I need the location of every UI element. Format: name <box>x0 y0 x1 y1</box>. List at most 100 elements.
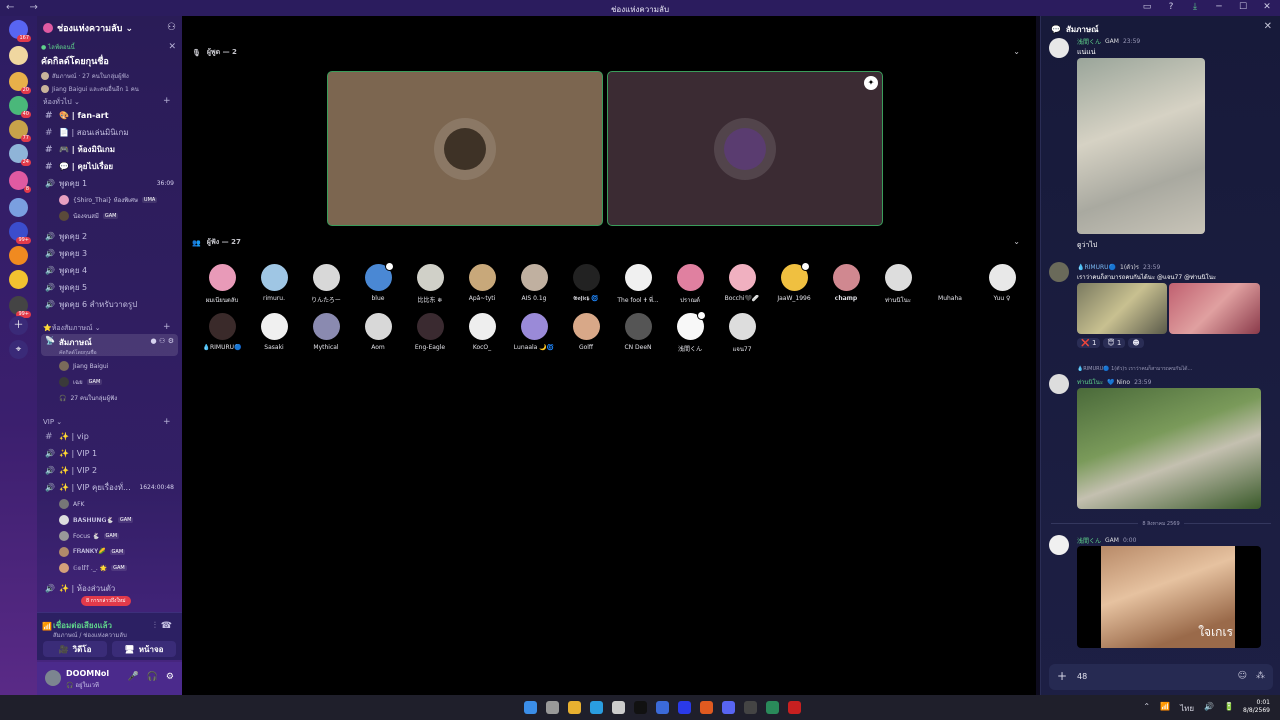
add-member-icon[interactable]: ⚇ <box>167 22 176 33</box>
voice-user[interactable]: 𝗕𝗔𝗦𝗛𝗨𝗡𝗚🐇 GAM <box>59 513 178 527</box>
reaction[interactable]: 😇 1 <box>1103 338 1126 348</box>
language-indicator[interactable]: ไทย <box>1180 702 1194 715</box>
listener[interactable]: 𝗰𝗵𝗮𝗺𝗽 <box>820 264 872 302</box>
taskbar-app-icon[interactable] <box>634 701 647 714</box>
voice-user[interactable]: 𝐅𝐑𝐀𝐍𝐊𝐘🌽 GAM <box>59 545 178 559</box>
listener[interactable]: 𝕲𝖔𝖏𝖎𝖊𝖇 🌀 <box>560 264 612 303</box>
avatar[interactable] <box>1049 374 1069 394</box>
username[interactable]: DOOMNol <box>66 669 109 678</box>
taskbar-app-icon[interactable] <box>722 701 735 714</box>
image-attachment[interactable] <box>1169 283 1260 334</box>
voice-channel-talk2[interactable]: 🔊 พูดคุย 2 <box>41 229 178 244</box>
server-icon[interactable]: 24 <box>9 144 31 166</box>
live-event-card[interactable]: ● ไลฟ์ตอนนี้ คัดกิลด์โดยกุนชื่อ สัมภาษณ์… <box>41 42 178 94</box>
maximize-button[interactable]: ☐ <box>1236 2 1250 12</box>
reaction[interactable]: ❌ 1 <box>1077 338 1101 348</box>
author-name[interactable]: 浅間くん <box>1077 37 1101 46</box>
close-button[interactable]: ✕ <box>1260 2 1274 12</box>
voice-channel-private[interactable]: 🔊 ✨ | ห้องส่วนตัว <box>41 581 178 596</box>
listener[interactable]: 💧RIMURU🔵 <box>196 313 248 351</box>
tray-overflow-icon[interactable]: ⌃ <box>1143 702 1150 715</box>
listener[interactable]: Bocchi🖤🩹 <box>716 264 768 302</box>
voice-channel-talk4[interactable]: 🔊 พูดคุย 4 <box>41 263 178 278</box>
close-icon[interactable]: ✕ <box>168 42 176 52</box>
download-icon[interactable]: ⤓ <box>1188 2 1202 12</box>
listener[interactable]: CN DeeN <box>612 313 664 351</box>
listener[interactable]: ผมเนียนตลับ <box>196 264 248 305</box>
taskbar-app-icon[interactable] <box>612 701 625 714</box>
taskbar-app-icon[interactable] <box>766 701 779 714</box>
listener[interactable]: rimuru. <box>248 264 300 302</box>
listener[interactable]: blue <box>352 262 404 302</box>
composer-input[interactable]: 48 <box>1077 672 1087 681</box>
voice-user[interactable]: Jiang Baigui <box>59 359 178 373</box>
server-icon[interactable]: 99+ <box>9 222 31 244</box>
reaction[interactable]: ☻ <box>1128 338 1144 348</box>
taskbar-app-icon[interactable] <box>546 701 559 714</box>
listener[interactable]: JaaW_1996 <box>768 262 820 302</box>
speaker-tile[interactable] <box>327 71 603 226</box>
author-name[interactable]: ท่านนิโนะ <box>1077 377 1103 387</box>
author-name[interactable]: 💧RIMURU🔵 <box>1077 264 1116 271</box>
listener[interactable]: The fool 🕇 พี่... <box>612 264 664 305</box>
category-vip[interactable]: VIP ⌄ + <box>43 417 171 427</box>
server-icon[interactable] <box>9 198 28 217</box>
listener[interactable]: Sasaki <box>248 313 300 351</box>
battery-icon[interactable]: 🔋 <box>1224 702 1234 715</box>
server-icon[interactable] <box>9 246 28 265</box>
taskbar-app-icon[interactable] <box>788 701 801 714</box>
voice-user[interactable]: AFK <box>59 497 178 511</box>
image-attachment[interactable] <box>1077 58 1205 234</box>
listener[interactable]: Mythical <box>300 313 352 351</box>
voice-user[interactable]: 𝔾𝕠𝕝𝕗𝕗 ._. 🌟 GAM <box>59 561 178 575</box>
voice-user[interactable]: Focus 🐇 GAM <box>59 529 178 543</box>
avatar[interactable] <box>1049 262 1069 282</box>
author-name[interactable]: 浅間くん <box>1077 536 1101 545</box>
minimize-button[interactable]: ─ <box>1212 2 1226 12</box>
gif-attachment[interactable]: ใจเกเร <box>1077 546 1261 648</box>
category-interview[interactable]: ⭐ห้องสัมภาษณ์ ⌄ + <box>43 322 171 334</box>
image-attachment[interactable] <box>1077 388 1261 509</box>
discover-icon[interactable]: ⌖ <box>9 340 28 359</box>
voice-channel-talk1[interactable]: 🔊 พูดคุย 1 36:09 <box>41 176 178 191</box>
server-icon[interactable] <box>9 46 28 65</box>
add-server-icon[interactable]: ＋ <box>9 316 28 335</box>
listener[interactable]: 浅間くん <box>664 311 716 353</box>
listeners-header[interactable]: 👥 ผู้ฟัง — 27 <box>192 237 241 248</box>
wifi-icon[interactable]: 📶 <box>1160 702 1170 715</box>
listener[interactable]: 比比东 ❄ <box>404 264 456 304</box>
help-icon[interactable]: ? <box>1164 2 1178 12</box>
voice-channel-talk5[interactable]: 🔊 พูดคุย 5 <box>41 280 178 295</box>
taskbar-app-icon[interactable] <box>568 701 581 714</box>
speakers-header[interactable]: 🎙 ผู้พูด — 2 <box>192 47 237 58</box>
listener[interactable]: Golff <box>560 313 612 351</box>
listener[interactable]: Apâ~tyti <box>456 264 508 302</box>
voice-user[interactable]: น้องจนสมี GAM <box>59 209 178 223</box>
add-channel-icon[interactable]: + <box>163 322 171 332</box>
server-icon[interactable] <box>9 270 28 289</box>
server-icon[interactable]: 40 <box>9 96 31 118</box>
apps-icon[interactable]: ⁂ <box>1256 671 1265 681</box>
listener[interactable]: Muhaha <box>924 264 976 302</box>
speaker-tile[interactable]: ✦ <box>607 71 883 226</box>
voice-user[interactable]: เฉย GAM <box>59 375 178 389</box>
image-attachment[interactable] <box>1077 283 1167 334</box>
taskbar-app-icon[interactable] <box>744 701 757 714</box>
listener[interactable]: Yuu ♀ <box>976 264 1028 302</box>
signal-icon[interactable]: 📶 <box>42 622 52 631</box>
noise-suppression-icon[interactable]: ⫶ <box>154 621 156 631</box>
server-icon[interactable]: 167 <box>9 20 31 42</box>
channel-fanart[interactable]: # 🎨 | fan-art <box>41 108 178 123</box>
headphones-icon[interactable]: 🎧 <box>147 672 158 682</box>
channel-chat[interactable]: # 💬 | คุยไปเรื่อย <box>41 159 178 174</box>
voice-user[interactable]: {Shiro_Thai} ห้องพิเศษ UMA <box>59 193 178 207</box>
avatar[interactable] <box>1049 38 1069 58</box>
channel-actions[interactable]: ● ⚇ ⚙ <box>150 337 174 345</box>
guild-header[interactable]: ช่องแห่งความลับ ⌄ ⚇ <box>37 16 182 40</box>
chevron-down-icon[interactable]: ⌄ <box>1013 237 1020 246</box>
server-icon[interactable]: 99+ <box>9 296 31 318</box>
taskbar-app-icon[interactable] <box>590 701 603 714</box>
unread-mentions-pill[interactable]: 8 การกล่าวถึงใหม่ <box>81 596 131 606</box>
add-channel-icon[interactable]: + <box>163 417 171 427</box>
add-attachment-icon[interactable]: + <box>1057 669 1067 683</box>
